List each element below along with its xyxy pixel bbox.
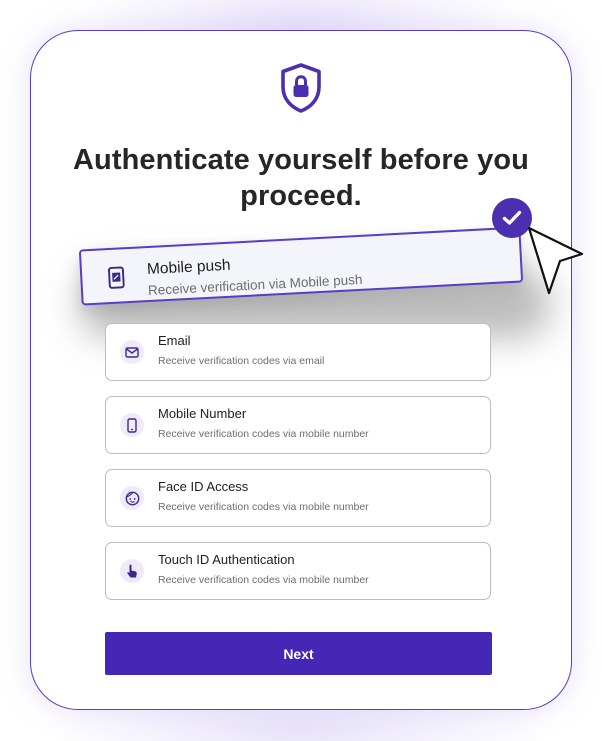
option-title: Touch ID Authentication bbox=[158, 552, 295, 567]
option-mobile-number[interactable]: Mobile Number Receive verification codes… bbox=[105, 396, 491, 454]
option-description: Receive verification codes via mobile nu… bbox=[158, 428, 369, 440]
option-title: Mobile push bbox=[146, 256, 231, 279]
phone-icon bbox=[120, 413, 144, 437]
page-title: Authenticate yourself before you proceed… bbox=[73, 144, 529, 212]
cursor-arrow-icon bbox=[527, 226, 584, 295]
mail-icon bbox=[120, 340, 144, 364]
option-touch-id[interactable]: Touch ID Authentication Receive verifica… bbox=[105, 542, 491, 600]
face-id-icon bbox=[120, 486, 144, 510]
option-face-id[interactable]: Face ID Access Receive verification code… bbox=[105, 469, 491, 527]
option-description: Receive verification codes via mobile nu… bbox=[158, 574, 369, 586]
shield-lock-icon bbox=[281, 63, 321, 113]
option-email[interactable]: Email Receive verification codes via ema… bbox=[105, 323, 491, 381]
page: Authenticate yourself before you proceed… bbox=[0, 0, 602, 741]
mobile-push-icon bbox=[105, 266, 128, 289]
option-title: Mobile Number bbox=[158, 406, 247, 421]
option-description: Receive verification codes via email bbox=[158, 355, 325, 367]
option-title: Face ID Access bbox=[158, 479, 249, 494]
option-title: Email bbox=[158, 333, 191, 348]
next-button[interactable]: Next bbox=[105, 632, 492, 675]
option-description: Receive verification codes via mobile nu… bbox=[158, 501, 369, 513]
touch-icon bbox=[120, 559, 144, 583]
